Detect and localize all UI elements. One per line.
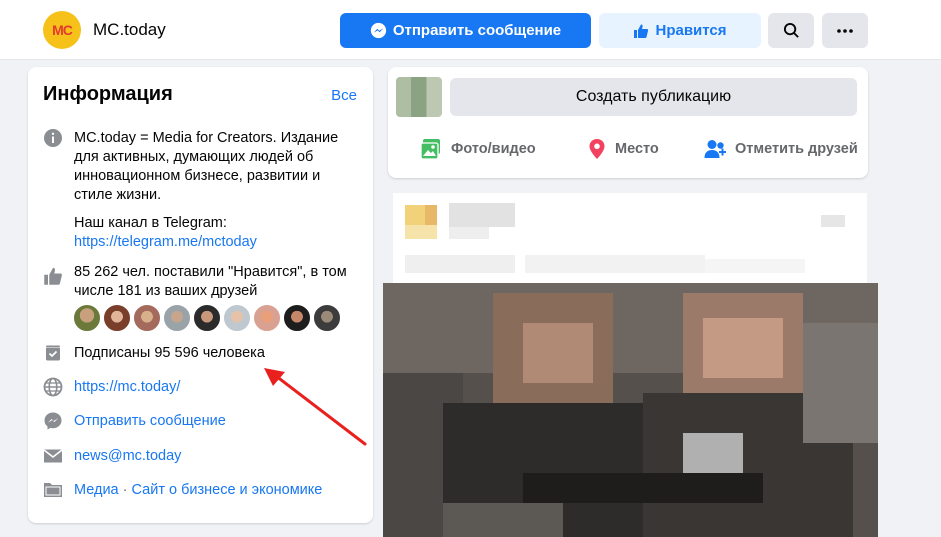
followers-icon: [43, 343, 63, 363]
tag-friends-icon: [704, 139, 726, 159]
info-icon: [43, 128, 63, 148]
tag-friends-label: Отметить друзей: [735, 141, 858, 157]
post-photo-blurred[interactable]: [383, 283, 878, 537]
see-all-link[interactable]: Все: [331, 87, 357, 104]
avatar[interactable]: [73, 304, 101, 332]
messenger-icon: [370, 22, 387, 39]
likes-icon: [43, 266, 63, 286]
place-label: Место: [615, 141, 659, 157]
place-button[interactable]: Место: [588, 137, 659, 161]
send-message-link[interactable]: Отправить сообщение: [74, 412, 359, 431]
email-link[interactable]: news@mc.today: [74, 447, 359, 466]
info-title: Информация: [43, 83, 173, 105]
search-button[interactable]: [768, 13, 814, 48]
avatar[interactable]: [103, 304, 131, 332]
send-message-label: Отправить сообщение: [392, 22, 562, 39]
info-card: Информация Все MC.today = Media for Crea…: [28, 67, 373, 523]
avatar[interactable]: [253, 304, 281, 332]
telegram-label: Наш канал в Telegram:: [74, 215, 227, 231]
mail-icon: [43, 446, 63, 466]
page-description: MC.today = Media for Creators. Издание д…: [74, 130, 339, 203]
send-message-button[interactable]: Отправить сообщение: [340, 13, 591, 48]
post-header-blurred: [405, 203, 855, 283]
avatar[interactable]: [313, 304, 341, 332]
page-header: МС MC.today Отправить сообщение Нравится: [0, 0, 941, 60]
category-line: Медиа · Сайт о бизнесе и экономике: [74, 481, 359, 500]
telegram-link[interactable]: https://telegram.me/mctoday: [74, 233, 359, 252]
messenger-icon: [43, 411, 63, 431]
location-pin-icon: [588, 138, 606, 160]
category-media-link[interactable]: Медиа: [74, 482, 119, 498]
category-business-link[interactable]: Сайт о бизнесе и экономике: [132, 482, 323, 498]
search-icon: [783, 22, 800, 39]
avatar[interactable]: [283, 304, 311, 332]
logo-text: МС: [52, 22, 73, 38]
avatar[interactable]: [193, 304, 221, 332]
composer-avatar[interactable]: [396, 77, 442, 117]
feed-post: [383, 193, 878, 537]
website-link[interactable]: https://mc.today/: [74, 378, 359, 397]
more-button[interactable]: [822, 13, 868, 48]
category-icon: [43, 480, 63, 500]
avatar[interactable]: [163, 304, 191, 332]
create-post-button[interactable]: Создать публикацию: [450, 78, 857, 116]
more-icon: [837, 28, 853, 33]
followers-text: Подписаны 95 596 человека: [74, 345, 265, 361]
like-label: Нравится: [655, 22, 727, 39]
like-button[interactable]: Нравится: [599, 13, 761, 48]
avatar[interactable]: [223, 304, 251, 332]
tag-friends-button[interactable]: Отметить друзей: [704, 137, 858, 161]
likes-text: 85 262 чел. поставили "Нравится", в том …: [74, 264, 347, 299]
photo-video-label: Фото/видео: [451, 141, 536, 157]
friends-avatars: [73, 304, 343, 334]
photo-icon: [420, 138, 442, 160]
page-name[interactable]: MC.today: [93, 20, 166, 40]
category-separator: ·: [118, 482, 132, 498]
thumbs-up-icon: [633, 23, 649, 39]
globe-icon: [43, 377, 63, 397]
page-logo[interactable]: МС: [43, 11, 81, 49]
post-composer: Создать публикацию Фото/видео Место Отме…: [388, 67, 868, 178]
photo-video-button[interactable]: Фото/видео: [420, 137, 536, 161]
avatar[interactable]: [133, 304, 161, 332]
